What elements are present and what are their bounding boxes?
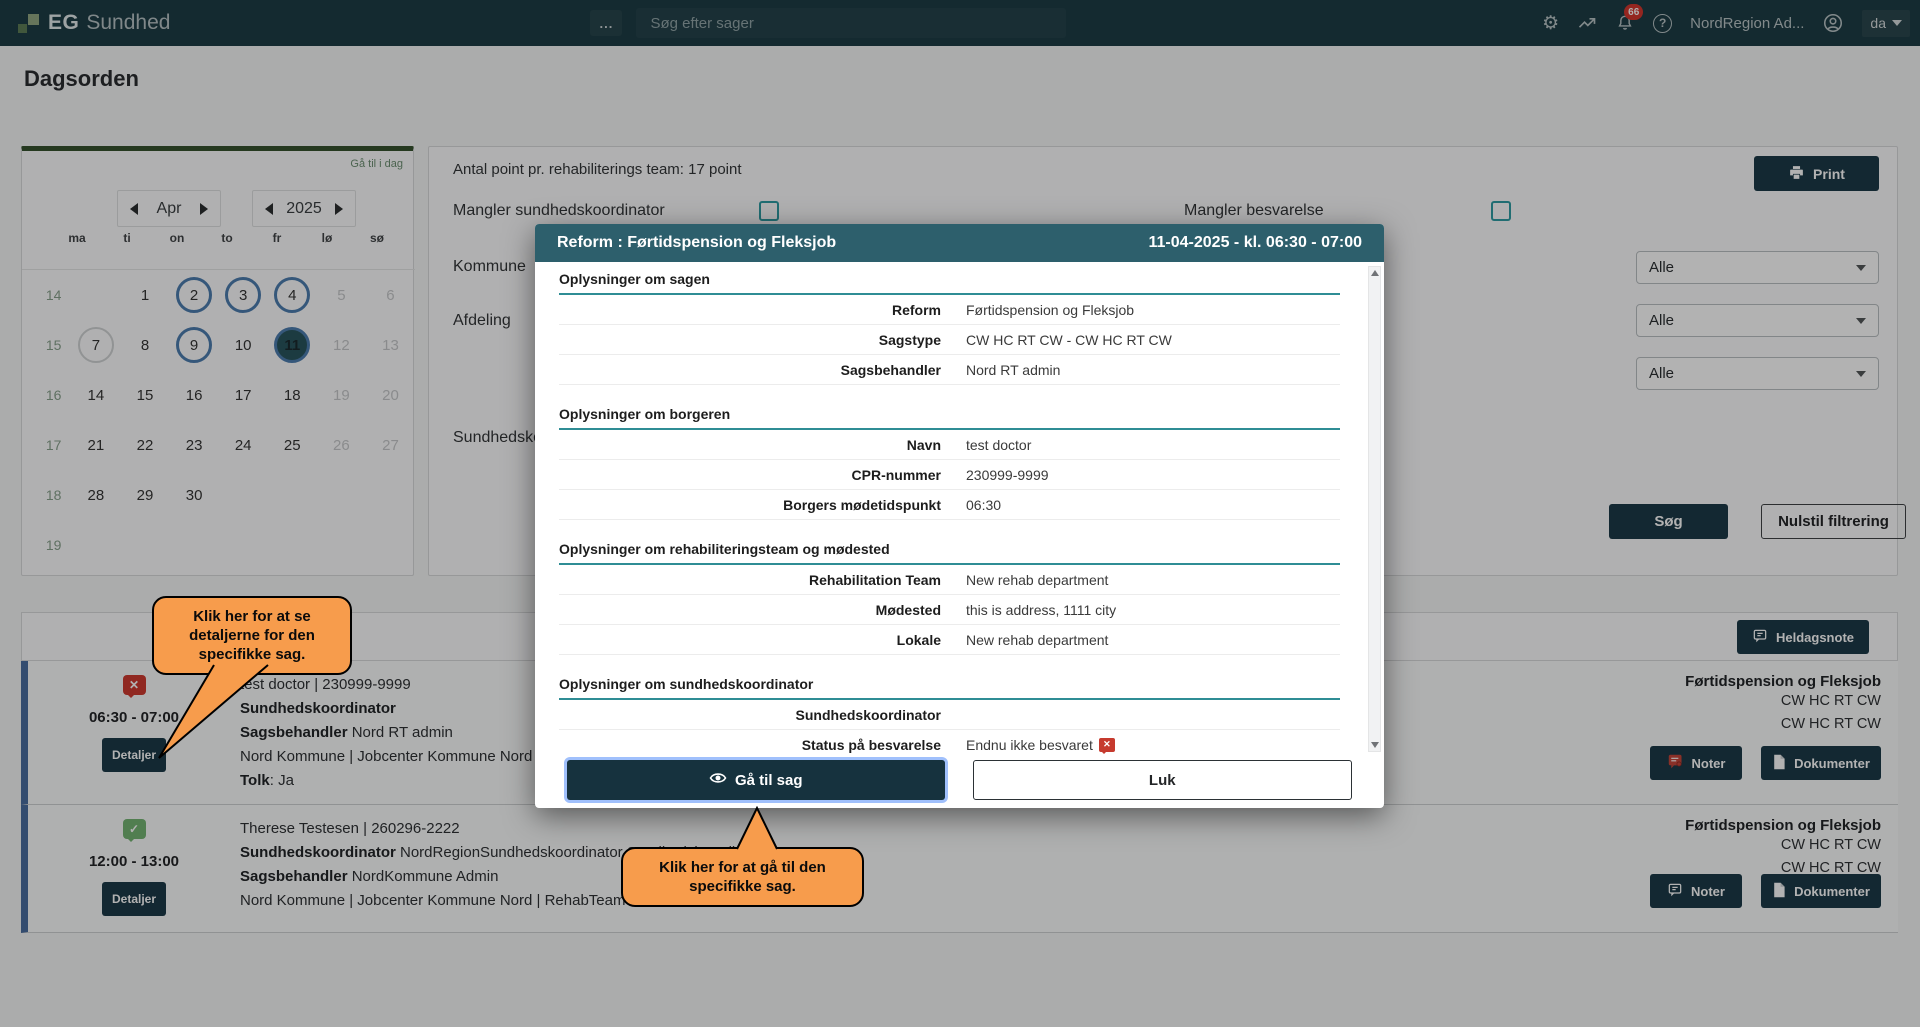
modal-detail-value: Endnu ikke besvaret ✕ bbox=[966, 737, 1115, 753]
modal-sections: Oplysninger om sagen Reform Førtidspension… bbox=[559, 262, 1340, 756]
modal-section: Oplysninger om sundhedskoordinator Sundhe… bbox=[559, 667, 1340, 756]
modal-detail-label: Reform bbox=[559, 302, 941, 318]
scroll-down-icon[interactable] bbox=[1371, 742, 1379, 748]
eye-icon bbox=[709, 769, 727, 791]
go-to-case-label: Gå til sag bbox=[735, 772, 803, 789]
modal-section: Oplysninger om rehabiliteringsteam og mø… bbox=[559, 532, 1340, 655]
modal-detail-label: Rehabilitation Team bbox=[559, 572, 941, 588]
modal-detail-value: CW HC RT CW - CW HC RT CW bbox=[966, 332, 1172, 348]
callout-go-to-case-annotation: Klik her for at gå til den specifikke sa… bbox=[621, 847, 864, 907]
modal-detail-value-text: 230999-9999 bbox=[966, 467, 1049, 483]
modal-detail-value: Nord RT admin bbox=[966, 362, 1060, 378]
modal-section-title: Oplysninger om sundhedskoordinator bbox=[559, 667, 1340, 700]
modal-detail-value-text: New rehab department bbox=[966, 632, 1108, 648]
modal-detail-value: New rehab department bbox=[966, 572, 1108, 588]
modal-detail-label: Mødested bbox=[559, 602, 941, 618]
modal-detail-value: Førtidspension og Fleksjob bbox=[966, 302, 1134, 318]
modal-detail-row: Sagstype CW HC RT CW - CW HC RT CW bbox=[559, 325, 1340, 355]
modal-detail-value-text: Nord RT admin bbox=[966, 362, 1060, 378]
modal-detail-row: Navn test doctor bbox=[559, 430, 1340, 460]
modal-section-title: Oplysninger om sagen bbox=[559, 262, 1340, 295]
scroll-up-icon[interactable] bbox=[1371, 270, 1379, 276]
go-to-case-button[interactable]: Gå til sag bbox=[567, 760, 945, 800]
modal-detail-row: Rehabilitation Team New rehab department bbox=[559, 565, 1340, 595]
modal-detail-row: Sagsbehandler Nord RT admin bbox=[559, 355, 1340, 385]
modal-detail-row: Status på besvarelse Endnu ikke besvaret ✕ bbox=[559, 730, 1340, 756]
modal-section: Oplysninger om sagen Reform Førtidspension… bbox=[559, 262, 1340, 385]
modal-detail-value: test doctor bbox=[966, 437, 1031, 453]
modal-detail-value-text: this is address, 1111 city bbox=[966, 602, 1116, 618]
modal-detail-row: Borgers mødetidspunkt 06:30 bbox=[559, 490, 1340, 520]
modal-footer: Gå til sag Luk bbox=[535, 756, 1384, 808]
case-details-modal: Reform : Førtidspension og Fleksjob 11-0… bbox=[535, 224, 1384, 808]
modal-detail-value: New rehab department bbox=[966, 632, 1108, 648]
modal-detail-value: 230999-9999 bbox=[966, 467, 1049, 483]
modal-section-title: Oplysninger om rehabiliteringsteam og mø… bbox=[559, 532, 1340, 565]
modal-detail-row: CPR-nummer 230999-9999 bbox=[559, 460, 1340, 490]
modal-section: Oplysninger om borgeren Navn test doctor CP… bbox=[559, 397, 1340, 520]
modal-detail-value-text: Endnu ikke besvaret bbox=[966, 737, 1093, 753]
callout-details-tail bbox=[140, 664, 300, 764]
modal-detail-row: Mødested this is address, 1111 city bbox=[559, 595, 1340, 625]
close-modal-button[interactable]: Luk bbox=[973, 760, 1353, 800]
modal-detail-value-text: test doctor bbox=[966, 437, 1031, 453]
modal-detail-row: Reform Førtidspension og Fleksjob bbox=[559, 295, 1340, 325]
modal-detail-label: Sagsbehandler bbox=[559, 362, 941, 378]
modal-header: Reform : Førtidspension og Fleksjob 11-0… bbox=[535, 224, 1384, 262]
modal-detail-value-text: CW HC RT CW - CW HC RT CW bbox=[966, 332, 1172, 348]
modal-detail-value-text: 06:30 bbox=[966, 497, 1001, 513]
modal-scrollbar[interactable] bbox=[1368, 266, 1381, 752]
modal-detail-value-text: Førtidspension og Fleksjob bbox=[966, 302, 1134, 318]
modal-datetime: 11-04-2025 - kl. 06:30 - 07:00 bbox=[1149, 234, 1362, 252]
modal-detail-value-text: New rehab department bbox=[966, 572, 1108, 588]
modal-detail-label: Borgers mødetidspunkt bbox=[559, 497, 941, 513]
status-missed-icon: ✕ bbox=[1099, 738, 1115, 752]
modal-detail-label: CPR-nummer bbox=[559, 467, 941, 483]
modal-detail-label: Sundhedskoordinator bbox=[559, 707, 941, 723]
callout-go-to-case-tail bbox=[720, 806, 800, 850]
modal-detail-value: this is address, 1111 city bbox=[966, 602, 1116, 618]
modal-title: Reform : Førtidspension og Fleksjob bbox=[557, 234, 836, 252]
modal-section-title: Oplysninger om borgeren bbox=[559, 397, 1340, 430]
modal-detail-value: 06:30 bbox=[966, 497, 1001, 513]
modal-detail-row: Lokale New rehab department bbox=[559, 625, 1340, 655]
modal-detail-label: Sagstype bbox=[559, 332, 941, 348]
modal-detail-label: Lokale bbox=[559, 632, 941, 648]
modal-detail-label: Navn bbox=[559, 437, 941, 453]
modal-detail-row: Sundhedskoordinator bbox=[559, 700, 1340, 730]
modal-detail-label: Status på besvarelse bbox=[559, 737, 941, 753]
modal-body: Oplysninger om sagen Reform Førtidspension… bbox=[535, 262, 1384, 756]
